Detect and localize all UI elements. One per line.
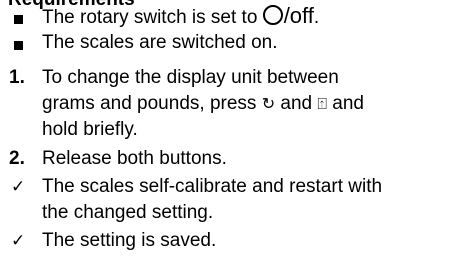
scale-icon: ⍐ bbox=[317, 94, 327, 113]
step-number: 1. bbox=[9, 67, 25, 88]
step-line-2: grams and pounds, press ↻ and ⍐ and bbox=[42, 93, 364, 115]
checkmark-icon: ✓ bbox=[11, 231, 26, 251]
requirement-text: The rotary switch is set to /off. bbox=[42, 5, 319, 29]
rotate-icon: ↻ bbox=[261, 94, 276, 113]
off-circle-icon bbox=[262, 5, 283, 25]
bullet-icon bbox=[14, 15, 23, 24]
step-text: grams and pounds, press bbox=[42, 93, 262, 114]
requirement-period: . bbox=[313, 7, 320, 28]
requirement-off-label: /off bbox=[283, 3, 314, 28]
step-line-3: hold briefly. bbox=[42, 119, 138, 140]
checkmark-icon: ✓ bbox=[11, 177, 26, 197]
step-text: Release both buttons. bbox=[42, 148, 227, 169]
result-line-2: the changed setting. bbox=[42, 202, 214, 223]
requirement-text-before: The rotary switch is set to bbox=[42, 7, 263, 28]
step-line-1: To change the display unit between bbox=[42, 67, 339, 88]
step-text-and: and bbox=[275, 93, 318, 114]
step-number: 2. bbox=[9, 148, 25, 169]
bullet-icon bbox=[14, 41, 23, 50]
result-text: The setting is saved. bbox=[42, 230, 217, 251]
requirement-text: The scales are switched on. bbox=[42, 32, 278, 53]
step-text-after: and bbox=[326, 93, 364, 114]
result-line-1: The scales self-calibrate and restart wi… bbox=[42, 176, 383, 197]
